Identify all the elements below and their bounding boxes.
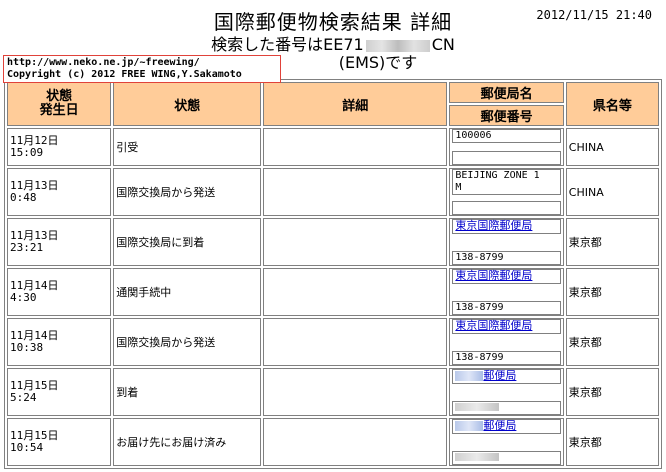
office-cell: 東京国際郵便局 138-8799 bbox=[449, 218, 564, 266]
event-status: 通関手続中 bbox=[113, 268, 262, 316]
event-prefecture: 東京都 bbox=[565, 318, 659, 366]
subtitle-prefix: 検索した番号はEE71 bbox=[211, 35, 364, 54]
header-date: 状態 発生日 bbox=[7, 82, 112, 126]
office-link[interactable]: 東京国際郵便局 bbox=[455, 219, 532, 232]
office-cell: 郵便局 bbox=[449, 418, 564, 466]
event-detail bbox=[263, 168, 448, 216]
event-status: 国際交換局に到着 bbox=[113, 218, 262, 266]
subtitle-line-1: 検索した番号はEE71 CN bbox=[0, 36, 666, 54]
event-prefecture: CHINA bbox=[565, 128, 659, 166]
redacted-number bbox=[365, 39, 430, 52]
office-code bbox=[452, 451, 561, 465]
office-code-text: 138-8799 bbox=[455, 352, 504, 363]
table-row: 11月15日 5:24 到着 郵便局 東京都 bbox=[7, 368, 659, 416]
office-stack: 100006 bbox=[452, 129, 561, 165]
office-name-text: 東京国際郵便局 bbox=[455, 269, 533, 282]
office-code bbox=[452, 401, 561, 415]
office-name-text: 郵便局 bbox=[483, 419, 517, 432]
office-code bbox=[452, 201, 561, 215]
timestamp: 2012/11/15 21:40 bbox=[536, 8, 652, 22]
event-status: 到着 bbox=[113, 368, 262, 416]
overlay-url: http://www.neko.ne.jp/~freewing/ bbox=[7, 57, 200, 68]
event-status: 引受 bbox=[113, 128, 262, 166]
office-link[interactable]: 東京国際郵便局 bbox=[455, 269, 532, 282]
event-date: 11月15日 5:24 bbox=[7, 368, 112, 416]
header-office-name: 郵便局名 bbox=[449, 82, 564, 103]
event-status: 国際交換局から発送 bbox=[113, 318, 262, 366]
office-code-text: 138-8799 bbox=[455, 302, 504, 313]
office-code: 138-8799 bbox=[452, 251, 561, 265]
event-detail bbox=[263, 218, 448, 266]
office-name-text: 東京国際郵便局 bbox=[455, 219, 533, 232]
office-name-text: BEIJING ZONE 1 M bbox=[455, 170, 540, 193]
office-name: 東京国際郵便局 bbox=[452, 269, 561, 284]
office-name-text: 郵便局 bbox=[483, 369, 517, 382]
event-date: 11月12日 15:09 bbox=[7, 128, 112, 166]
office-stack: 東京国際郵便局 138-8799 bbox=[452, 219, 561, 265]
office-cell: 郵便局 bbox=[449, 368, 564, 416]
table-row: 11月14日 10:38 国際交換局から発送 東京国際郵便局 138-8799 東京都 bbox=[7, 318, 659, 366]
office-cell: 100006 bbox=[449, 128, 564, 166]
subtitle-suffix: CN bbox=[431, 35, 455, 54]
event-date: 11月13日 23:21 bbox=[7, 218, 112, 266]
office-stack: 東京国際郵便局 138-8799 bbox=[452, 319, 561, 365]
office-cell: 東京国際郵便局 138-8799 bbox=[449, 318, 564, 366]
office-stack: 郵便局 bbox=[452, 419, 561, 465]
office-name: 東京国際郵便局 bbox=[452, 319, 561, 334]
office-code: 138-8799 bbox=[452, 301, 561, 315]
office-name: 東京国際郵便局 bbox=[452, 219, 561, 234]
office-code bbox=[452, 151, 561, 165]
office-cell: 東京国際郵便局 138-8799 bbox=[449, 268, 564, 316]
office-cell: BEIJING ZONE 1 M bbox=[449, 168, 564, 216]
table-row: 11月15日 10:54 お届け先にお届け済み 郵便局 東京都 bbox=[7, 418, 659, 466]
event-prefecture: 東京都 bbox=[565, 418, 659, 466]
event-detail bbox=[263, 418, 448, 466]
table-row: 11月14日 4:30 通関手続中 東京国際郵便局 138-8799 東京都 bbox=[7, 268, 659, 316]
office-stack: BEIJING ZONE 1 M bbox=[452, 169, 561, 215]
office-link[interactable]: 郵便局 bbox=[455, 419, 516, 432]
redacted-code bbox=[455, 453, 500, 461]
event-detail bbox=[263, 268, 448, 316]
event-detail bbox=[263, 318, 448, 366]
redacted-office-prefix bbox=[455, 421, 484, 431]
office-name-text: 100006 bbox=[455, 130, 492, 141]
tracking-table: 状態 発生日 状態 詳細 郵便局名 県名等 郵便番号 11月12日 15:09 引… bbox=[4, 79, 662, 469]
office-code: 138-8799 bbox=[452, 351, 561, 365]
copyright-overlay: http://www.neko.ne.jp/~freewing/ Copyrig… bbox=[3, 55, 281, 83]
redacted-office-prefix bbox=[455, 371, 484, 381]
event-date: 11月14日 4:30 bbox=[7, 268, 112, 316]
office-name-text: 東京国際郵便局 bbox=[455, 319, 533, 332]
table-row: 11月12日 15:09 引受 100006 CHINA bbox=[7, 128, 659, 166]
office-link[interactable]: 東京国際郵便局 bbox=[455, 319, 532, 332]
table-row: 11月13日 23:21 国際交換局に到着 東京国際郵便局 138-8799 東京都 bbox=[7, 218, 659, 266]
header-office-code: 郵便番号 bbox=[449, 105, 564, 126]
office-link[interactable]: 郵便局 bbox=[455, 369, 516, 382]
event-prefecture: 東京都 bbox=[565, 268, 659, 316]
office-name: 郵便局 bbox=[452, 369, 561, 384]
event-prefecture: CHINA bbox=[565, 168, 659, 216]
event-date: 11月14日 10:38 bbox=[7, 318, 112, 366]
header-prefecture: 県名等 bbox=[565, 82, 659, 126]
event-date: 11月15日 10:54 bbox=[7, 418, 112, 466]
event-prefecture: 東京都 bbox=[565, 368, 659, 416]
office-name: 100006 bbox=[452, 129, 561, 143]
office-name: BEIJING ZONE 1 M bbox=[452, 169, 561, 195]
event-status: お届け先にお届け済み bbox=[113, 418, 262, 466]
overlay-copyright: Copyright (c) 2012 FREE WING,Y.Sakamoto bbox=[7, 69, 242, 80]
office-stack: 東京国際郵便局 138-8799 bbox=[452, 269, 561, 315]
table-row: 11月13日 0:48 国際交換局から発送 BEIJING ZONE 1 M CHIN… bbox=[7, 168, 659, 216]
header-status: 状態 bbox=[113, 82, 262, 126]
event-date: 11月13日 0:48 bbox=[7, 168, 112, 216]
header-detail: 詳細 bbox=[263, 82, 448, 126]
event-detail bbox=[263, 128, 448, 166]
redacted-code bbox=[455, 403, 500, 411]
office-code-text: 138-8799 bbox=[455, 252, 504, 263]
event-prefecture: 東京都 bbox=[565, 218, 659, 266]
event-status: 国際交換局から発送 bbox=[113, 168, 262, 216]
event-detail bbox=[263, 368, 448, 416]
office-name: 郵便局 bbox=[452, 419, 561, 434]
office-stack: 郵便局 bbox=[452, 369, 561, 415]
